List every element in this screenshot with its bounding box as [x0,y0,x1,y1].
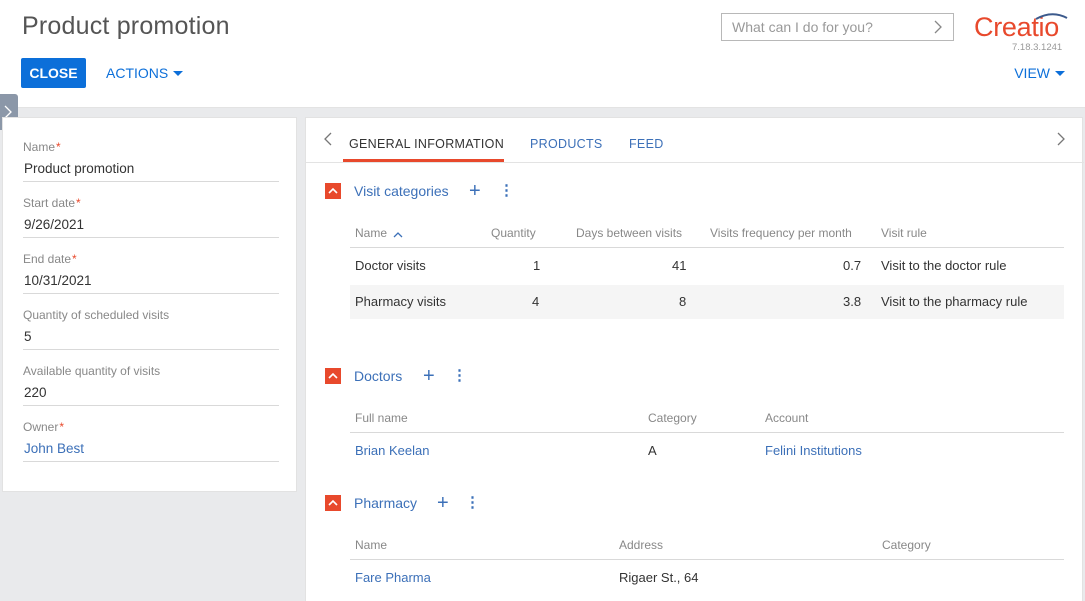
field-label: End date* [23,252,77,266]
name-field: Name* Product promotion [23,138,279,182]
account-link[interactable]: Felini Institutions [765,443,862,458]
required-mark: * [59,420,65,434]
field-label: Quantity of scheduled visits [23,308,170,322]
pharmacy-name-link[interactable]: Fare Pharma [355,570,431,585]
column-header-name[interactable]: Name [355,538,387,552]
add-icon[interactable]: + [437,493,449,513]
column-header-category[interactable]: Category [882,538,931,552]
cell-address: Rigaer St., 64 [619,570,699,585]
cell-visit-rule: Visit to the pharmacy rule [881,294,1028,309]
logo-swoosh-icon [1035,13,1068,20]
chevron-down-icon [1055,70,1065,76]
column-header-account[interactable]: Account [765,411,808,425]
start-date-field: Start date* 9/26/2021 [23,194,279,238]
add-icon[interactable]: + [469,181,481,201]
cell-quantity: 1 [533,258,541,273]
cell-frequency: 3.8 [843,294,862,309]
sort-ascending-icon [393,227,403,241]
field-label: Available quantity of visits [23,364,161,378]
tab-bar: GENERAL INFORMATION PRODUCTS FEED [306,118,1084,163]
active-tab-indicator [343,159,504,162]
doctor-name-link[interactable]: Brian Keelan [355,443,429,458]
cell-name: Doctor visits [355,258,426,273]
required-mark: * [56,140,61,154]
column-header-days[interactable]: Days between visits [576,226,682,240]
grid-header: Name Quantity Days between visits Visits… [350,218,1064,248]
field-label: Name* [23,140,61,154]
column-header-visit-rule[interactable]: Visit rule [881,226,927,240]
column-header-quantity[interactable]: Quantity [491,226,536,240]
column-header-full-name[interactable]: Full name [355,411,408,425]
page-header: Product promotion CLOSE ACTIONS What can… [0,0,1085,108]
visit-categories-title[interactable]: Visit categories [354,183,449,199]
collapse-icon[interactable] [325,495,341,511]
add-icon[interactable]: + [423,366,435,386]
chevron-down-icon [173,70,184,76]
field-label: Owner* [23,420,65,434]
chevron-right-icon[interactable] [933,14,943,49]
cell-visit-rule: Visit to the doctor rule [881,258,1007,273]
record-fields-panel: Name* Product promotion Start date* 9/26… [2,117,297,492]
search-input[interactable]: What can I do for you? [721,13,954,41]
doctors-title[interactable]: Doctors [354,368,402,384]
column-header-name[interactable]: Name [355,226,403,241]
scheduled-visits-input[interactable]: 5 [23,324,279,350]
owner-link[interactable]: John Best [23,436,279,462]
actions-label: ACTIONS [106,65,169,81]
grid-header: Full name Category Account [350,403,1064,433]
close-button[interactable]: CLOSE [21,58,86,88]
chevron-left-icon[interactable] [323,131,333,152]
column-header-address[interactable]: Address [619,538,663,552]
end-date-field: End date* 10/31/2021 [23,250,279,294]
details-panel: GENERAL INFORMATION PRODUCTS FEED Visit … [305,117,1084,601]
required-mark: * [76,196,81,210]
table-row[interactable]: Doctor visits 1 41 0.7 Visit to the doct… [350,249,1064,283]
owner-field: Owner* John Best [23,418,279,462]
available-visits-field: Available quantity of visits 220 [23,362,279,406]
field-label: Start date* [23,196,81,210]
tab-products[interactable]: PRODUCTS [530,137,603,151]
tab-general-information[interactable]: GENERAL INFORMATION [349,137,504,151]
column-header-frequency[interactable]: Visits frequency per month [710,226,852,240]
table-row[interactable]: Fare Pharma Rigaer St., 64 [350,561,1064,595]
scheduled-visits-field: Quantity of scheduled visits 5 [23,306,279,350]
view-label: VIEW [1014,65,1050,81]
page-title: Product promotion [22,12,230,40]
start-date-input[interactable]: 9/26/2021 [23,212,279,238]
column-header-category[interactable]: Category [648,411,697,425]
collapse-icon[interactable] [325,183,341,199]
creatio-logo: Creatio [974,8,1069,42]
required-mark: * [72,252,77,266]
view-button[interactable]: VIEW [1014,58,1065,88]
table-row[interactable]: Brian Keelan A Felini Institutions [350,434,1064,468]
cell-quantity: 4 [532,294,540,309]
name-input[interactable]: Product promotion [23,156,279,182]
tab-feed[interactable]: FEED [629,137,664,151]
cell-frequency: 0.7 [843,258,862,273]
available-visits-input[interactable]: 220 [23,380,279,406]
end-date-input[interactable]: 10/31/2021 [23,268,279,294]
more-menu-icon[interactable]: ⋮ [499,183,514,199]
version-label: 7.18.3.1241 [1012,42,1063,53]
search-placeholder: What can I do for you? [732,19,873,35]
chevron-right-icon[interactable] [1056,131,1066,152]
table-row[interactable]: Pharmacy visits 4 8 3.8 Visit to the pha… [350,285,1064,319]
cell-days: 41 [672,258,687,273]
cell-name: Pharmacy visits [355,294,447,309]
more-menu-icon[interactable]: ⋮ [452,368,467,384]
actions-button[interactable]: ACTIONS [106,58,184,88]
collapse-icon[interactable] [325,368,341,384]
grid-header: Name Address Category [350,530,1064,560]
cell-category: A [648,443,657,458]
cell-days: 8 [679,294,687,309]
more-menu-icon[interactable]: ⋮ [465,495,480,511]
pharmacy-title[interactable]: Pharmacy [354,495,417,511]
